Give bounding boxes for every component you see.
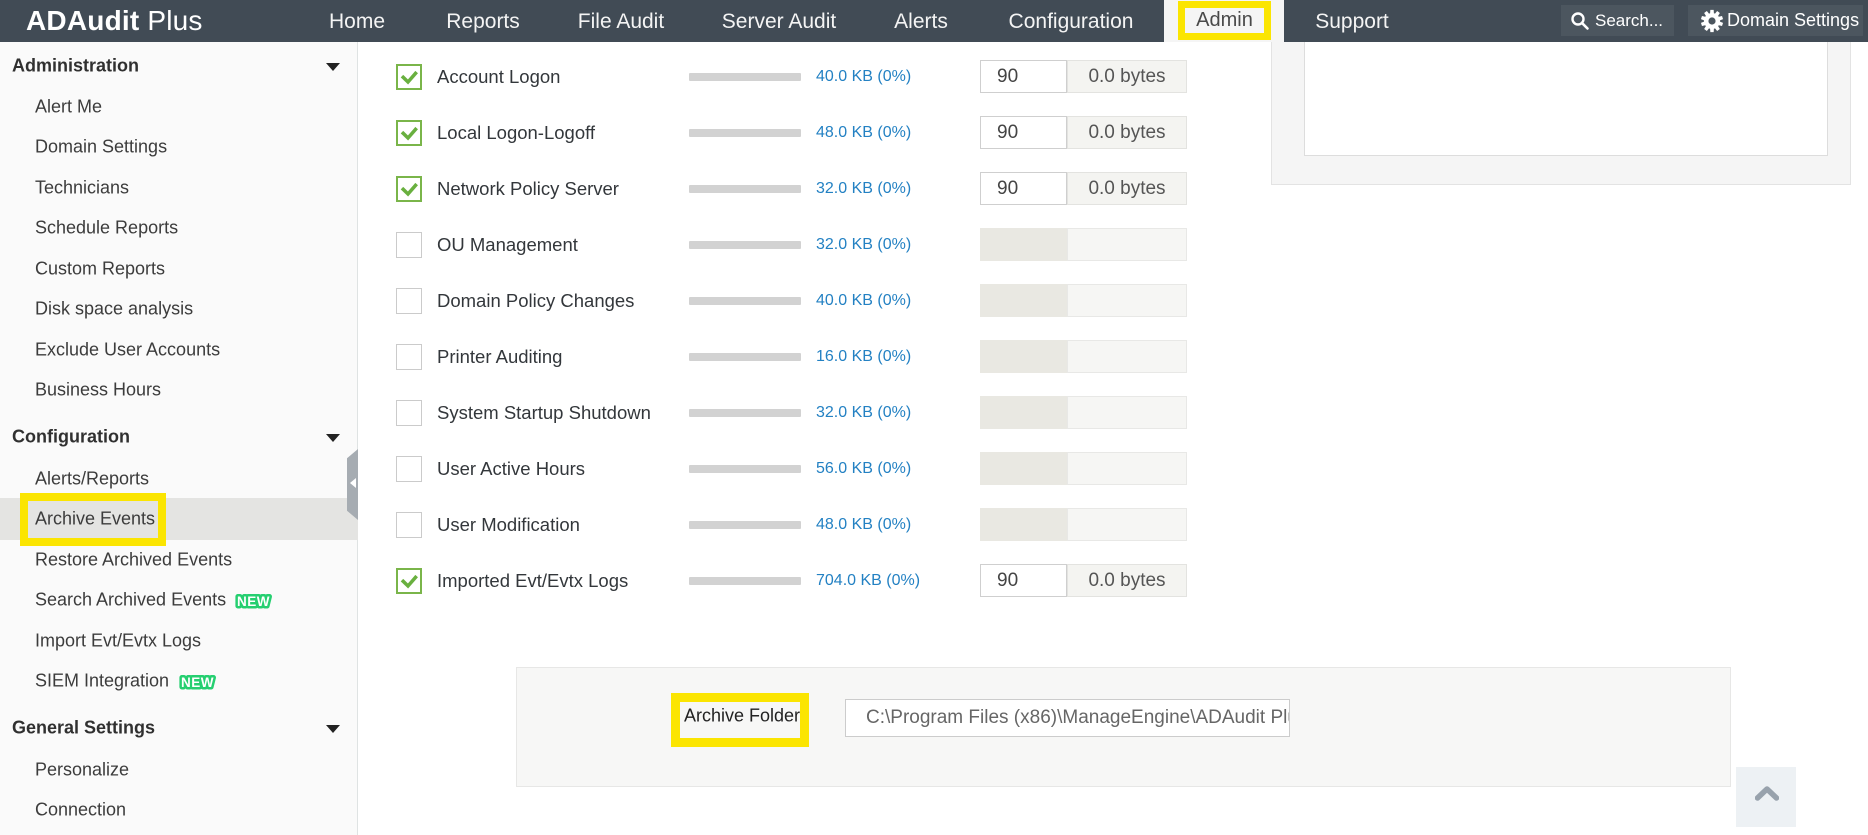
svg-text:NEW: NEW (181, 675, 214, 690)
svg-text:NEW: NEW (237, 594, 270, 609)
